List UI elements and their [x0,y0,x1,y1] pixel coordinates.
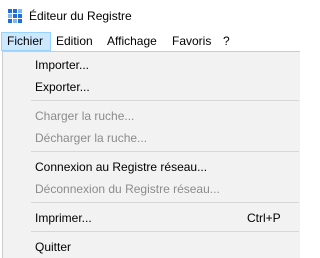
menu-item-export[interactable]: Exporter... [3,76,299,98]
menu-affichage[interactable]: Affichage [107,32,157,51]
menu-item-quit-label: Quitter [35,240,72,254]
menu-fichier[interactable]: Fichier [1,32,51,51]
menu-separator [31,100,299,101]
menu-separator [31,231,299,232]
menu-item-print[interactable]: Imprimer... Ctrl+P [3,207,299,229]
menu-item-load-hive[interactable]: Charger la ruche... [3,105,299,127]
menu-item-disconnect-network-label: Déconnexion du Registre réseau... [35,182,220,196]
menu-separator [31,151,299,152]
menu-item-load-hive-label: Charger la ruche... [35,109,135,123]
menu-item-unload-hive[interactable]: Décharger la ruche... [3,127,299,149]
menu-item-disconnect-network[interactable]: Déconnexion du Registre réseau... [3,178,299,200]
registry-editor-icon [8,9,23,23]
title-bar: Éditeur du Registre [0,0,300,32]
menu-edition[interactable]: Edition [56,32,93,51]
menu-item-unload-hive-label: Décharger la ruche... [35,131,148,145]
menu-item-export-label: Exporter... [35,80,90,94]
menu-item-print-label: Imprimer... [35,211,92,225]
menu-item-connect-network[interactable]: Connexion au Registre réseau... [3,156,299,178]
menu-favoris[interactable]: Favoris [172,32,211,51]
menu-separator [31,202,299,203]
menu-item-print-shortcut: Ctrl+P [247,211,281,225]
menu-item-quit[interactable]: Quitter [3,236,299,258]
menu-help[interactable]: ? [223,32,230,51]
menu-item-import-label: Importer... [35,58,90,72]
menu-item-connect-network-label: Connexion au Registre réseau... [35,160,208,174]
menu-bar: Fichier Edition Affichage Favoris ? [0,32,300,51]
file-menu-dropdown: Importer... Exporter... Charger la ruche… [2,51,300,258]
menu-item-import[interactable]: Importer... [3,54,299,76]
window-title: Éditeur du Registre [29,9,132,23]
